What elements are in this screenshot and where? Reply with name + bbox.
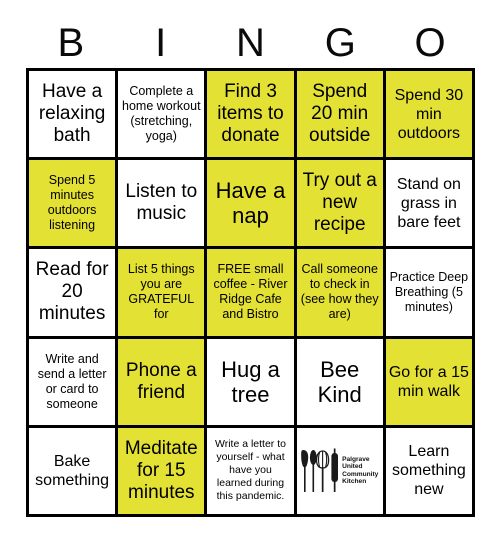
- bingo-cell-label: Have a nap: [215, 178, 286, 229]
- bingo-cell-label: Phone a friend: [125, 359, 197, 403]
- bingo-cell-label: Find 3 items to donate: [217, 81, 284, 147]
- bingo-cell-label: Spend 30 min outdoors: [394, 86, 464, 142]
- bingo-cell-r4c4[interactable]: Bee Kind: [296, 338, 386, 428]
- sponsor-logo-line: Kitchen: [342, 478, 367, 486]
- bingo-cell-label: Complete a home workout (stretching, yog…: [122, 84, 201, 144]
- kitchen-utensils-icon: [301, 448, 339, 492]
- bingo-cell-r1c4[interactable]: Spend 20 min outside: [296, 71, 386, 161]
- sponsor-logo-line: Community: [342, 470, 379, 478]
- bingo-cell-r5c2[interactable]: Meditate for 15 minutes: [118, 427, 208, 517]
- bingo-cell-r2c5[interactable]: Stand on grass in bare feet: [385, 160, 475, 250]
- bingo-cell-label: Call someone to check in (see how they a…: [300, 262, 379, 322]
- bingo-cell-r3c1[interactable]: Read for 20 minutes: [29, 249, 119, 339]
- sponsor-logo-line: Palgrave: [342, 455, 370, 463]
- bingo-cell-label: FREE small coffee - River Ridge Cafe and…: [213, 262, 288, 322]
- bingo-cell-label: Spend 5 minutes outdoors listening: [47, 173, 97, 233]
- bingo-cell-label: Bake something: [35, 452, 109, 489]
- bingo-cell-r3c5[interactable]: Practice Deep Breathing (5 minutes): [385, 249, 475, 339]
- bingo-cell-r2c3[interactable]: Have a nap: [207, 160, 297, 250]
- bingo-cell-label: Write and send a letter or card to someo…: [37, 351, 107, 411]
- bingo-header: BINGO: [26, 18, 475, 68]
- bingo-cell-r1c2[interactable]: Complete a home workout (stretching, yog…: [118, 71, 208, 161]
- bingo-cell-label: Bee Kind: [317, 356, 362, 407]
- bingo-cell-r5c5[interactable]: Learn something new: [385, 427, 475, 517]
- sponsor-logo-text: Palgrave United Community Kitchen: [342, 456, 378, 486]
- bingo-cell-label: Go for a 15 min walk: [388, 363, 469, 400]
- bingo-cell-r2c2[interactable]: Listen to music: [118, 160, 208, 250]
- bingo-cell-r1c5[interactable]: Spend 30 min outdoors: [385, 71, 475, 161]
- bingo-grid: Have a relaxing bath Complete a home work…: [26, 68, 475, 517]
- bingo-header-letter-n: N: [236, 21, 265, 65]
- bingo-cell-label: Read for 20 minutes: [35, 259, 109, 325]
- bingo-cell-label: Have a relaxing bath: [38, 81, 106, 147]
- bingo-cell-r2c1[interactable]: Spend 5 minutes outdoors listening: [29, 160, 119, 250]
- bingo-cell-r4c1[interactable]: Write and send a letter or card to someo…: [29, 338, 119, 428]
- bingo-cell-r4c2[interactable]: Phone a friend: [118, 338, 208, 428]
- bingo-cell-r3c3[interactable]: FREE small coffee - River Ridge Cafe and…: [207, 249, 297, 339]
- bingo-cell-r3c2[interactable]: List 5 things you are GRATEFUL for: [118, 249, 208, 339]
- bingo-cell-r3c4[interactable]: Call someone to check in (see how they a…: [296, 249, 386, 339]
- bingo-cell-r1c3[interactable]: Find 3 items to donate: [207, 71, 297, 161]
- bingo-cell-label: List 5 things you are GRATEFUL for: [127, 262, 195, 322]
- bingo-cell-r2c4[interactable]: Try out a new recipe: [296, 160, 386, 250]
- bingo-cell-r5c3[interactable]: Write a letter to yourself - what have y…: [207, 427, 297, 517]
- bingo-cell-label: Stand on grass in bare feet: [396, 175, 461, 231]
- bingo-cell-logo[interactable]: Palgrave United Community Kitchen: [296, 427, 386, 517]
- bingo-cell-r4c5[interactable]: Go for a 15 min walk: [385, 338, 475, 428]
- sponsor-logo: Palgrave United Community Kitchen: [300, 430, 380, 512]
- bingo-cell-label: Hug a tree: [221, 356, 280, 407]
- bingo-cell-label: Listen to music: [125, 181, 198, 225]
- bingo-cell-r1c1[interactable]: Have a relaxing bath: [29, 71, 119, 161]
- bingo-cell-label: Practice Deep Breathing (5 minutes): [389, 269, 469, 314]
- bingo-cell-label: Meditate for 15 minutes: [124, 437, 198, 503]
- bingo-header-letter-i: I: [155, 21, 167, 65]
- bingo-card: B I N G O Have a relaxing bath Complete a hom…: [0, 0, 501, 544]
- bingo-cell-r4c3[interactable]: Hug a tree: [207, 338, 297, 428]
- bingo-cell-label: Learn something new: [391, 443, 466, 499]
- bingo-cell-label: Write a letter to yourself - what have y…: [214, 438, 286, 503]
- bingo-header-letter-g: G: [324, 21, 356, 65]
- sponsor-logo-line: United: [342, 463, 363, 471]
- bingo-cell-r5c1[interactable]: Bake something: [29, 427, 119, 517]
- bingo-cell-label: Spend 20 min outside: [309, 81, 371, 147]
- bingo-cell-label: Try out a new recipe: [302, 170, 377, 236]
- bingo-header-letter-o: O: [414, 21, 446, 65]
- bingo-header-letter-b: B: [57, 21, 85, 65]
